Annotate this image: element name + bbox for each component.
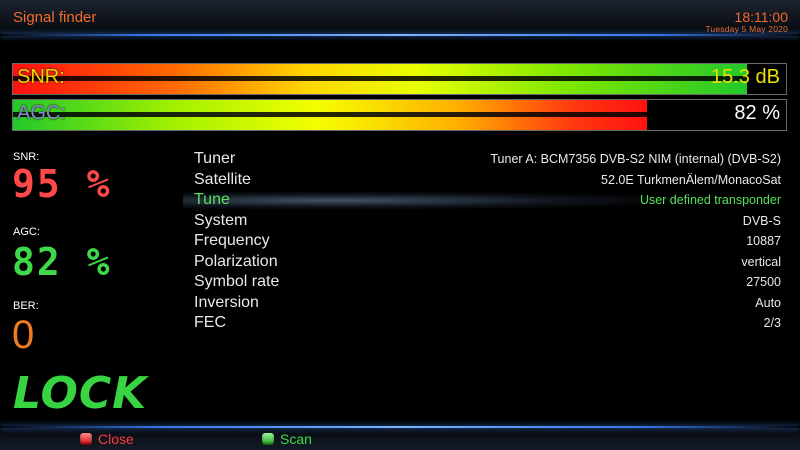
button-bar: Close Scan xyxy=(0,426,800,450)
info-value: 52.0E TurkmenÄlem/MonacoSat xyxy=(601,172,781,187)
agc-readout-label: AGC: xyxy=(13,226,40,238)
info-value: DVB-S xyxy=(742,213,781,228)
agc-meter-label: AGC: xyxy=(17,102,66,124)
info-key: Polarization xyxy=(194,252,278,270)
close-button[interactable]: Close xyxy=(80,431,134,447)
agc-meter-value: 82 % xyxy=(734,102,780,124)
snr-meter-label: SNR: xyxy=(17,66,65,88)
snr-meter-value: 15.3 dB xyxy=(711,66,780,88)
info-value: 27500 xyxy=(746,275,781,289)
clock: 18:11:00 xyxy=(734,9,788,25)
date: Tuesday 5 May 2020 xyxy=(705,24,788,34)
info-value: 10887 xyxy=(746,234,781,248)
info-row-system[interactable]: System DVB-S xyxy=(193,212,783,233)
info-row-tune[interactable]: Tune User defined transponder xyxy=(183,191,783,212)
close-button-label: Close xyxy=(98,431,134,447)
info-row-satellite[interactable]: Satellite 52.0E TurkmenÄlem/MonacoSat xyxy=(193,171,783,192)
agc-readout-value: 82 % xyxy=(12,240,112,284)
info-key: Tune xyxy=(194,191,230,208)
snr-meter: SNR: 15.3 dB xyxy=(12,63,787,95)
title-bar: Signal finder 18:11:00 Tuesday 5 May 202… xyxy=(0,0,800,36)
info-key: Satellite xyxy=(194,170,251,188)
info-key: Symbol rate xyxy=(194,273,280,290)
info-key: Frequency xyxy=(194,232,270,249)
info-key: Inversion xyxy=(194,293,259,311)
snr-meter-fill xyxy=(13,64,748,94)
info-row-polarization[interactable]: Polarization vertical xyxy=(193,253,783,274)
red-key-icon xyxy=(80,433,92,445)
agc-meter-fill xyxy=(13,100,647,130)
info-row-inversion[interactable]: Inversion Auto xyxy=(193,294,783,315)
green-key-icon xyxy=(262,433,274,445)
agc-meter: AGC: 82 % xyxy=(12,99,787,131)
info-value: vertical xyxy=(741,254,781,269)
scan-button[interactable]: Scan xyxy=(262,431,312,447)
info-row-tuner[interactable]: Tuner Tuner A: BCM7356 DVB-S2 NIM (inter… xyxy=(193,150,783,171)
info-value: Tuner A: BCM7356 DVB-S2 NIM (internal) (… xyxy=(490,152,781,166)
info-value: User defined transponder xyxy=(639,193,781,207)
info-row-frequency[interactable]: Frequency 10887 xyxy=(193,232,783,253)
page-title: Signal finder xyxy=(13,9,97,26)
info-row-fec[interactable]: FEC 2/3 xyxy=(193,314,783,335)
info-key: System xyxy=(194,211,248,229)
info-value: Auto xyxy=(755,295,781,310)
info-key: Tuner xyxy=(194,150,236,167)
ber-readout-label: BER: xyxy=(13,300,39,312)
info-key: FEC xyxy=(194,314,226,331)
info-value: 2/3 xyxy=(763,316,781,330)
scan-button-label: Scan xyxy=(280,431,312,447)
lock-status: LOCK xyxy=(13,368,148,419)
info-row-symbol-rate[interactable]: Symbol rate 27500 xyxy=(193,273,783,294)
snr-readout-value: 95 % xyxy=(12,162,112,206)
ber-readout-value: 0 xyxy=(12,313,37,357)
tuner-info-list: Tuner Tuner A: BCM7356 DVB-S2 NIM (inter… xyxy=(183,150,783,335)
